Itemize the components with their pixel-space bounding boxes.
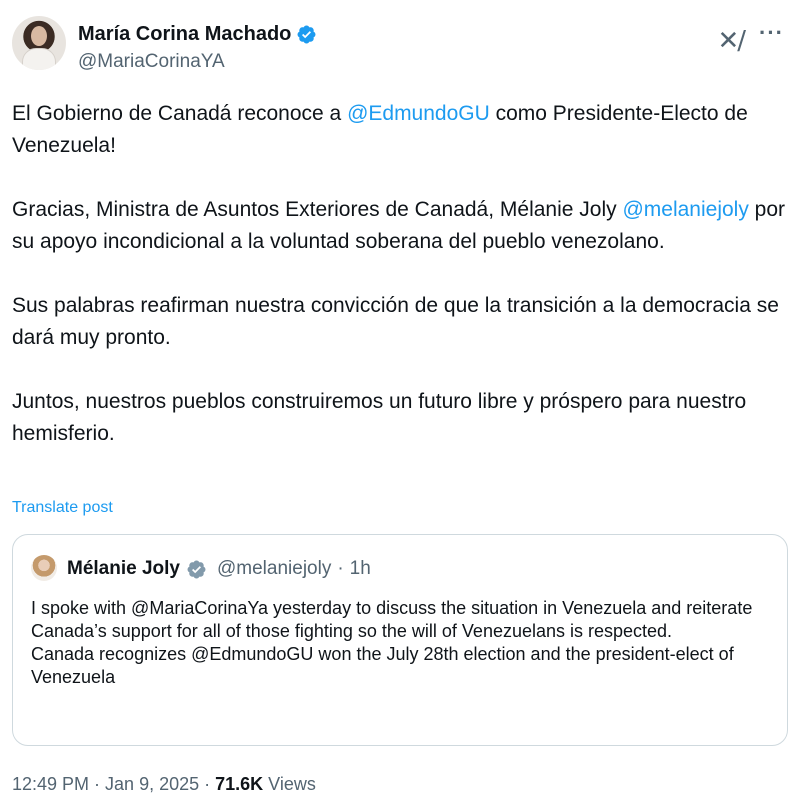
quoted-tweet-card[interactable]: Mélanie Joly @melaniejoly · 1h I spoke w…	[12, 534, 788, 746]
quoted-author-handle[interactable]: @melaniejoly	[217, 557, 331, 581]
tweet-paragraph-2: Gracias, Ministra de Asuntos Exteriores …	[12, 194, 788, 258]
quoted-timestamp[interactable]: 1h	[350, 557, 371, 581]
tweet-paragraph-3: Sus palabras reafirman nuestra convicció…	[12, 294, 779, 349]
tweet-paragraph-1: El Gobierno de Canadá reconoce a @Edmund…	[12, 98, 788, 162]
author-avatar[interactable]	[12, 16, 66, 70]
mention-link-melaniejoly[interactable]: @melaniejoly	[622, 198, 748, 221]
tweet-body: El Gobierno de Canadá reconoce a @Edmund…	[12, 98, 788, 482]
tweet-date[interactable]: Jan 9, 2025	[105, 774, 199, 794]
avatar-suit-shape	[22, 48, 56, 70]
tweet-paragraph-4: Juntos, nuestros pueblos construiremos u…	[12, 390, 747, 445]
author-info: María Corina Machado @MariaCorinaYA	[78, 22, 317, 74]
avatar-face-shape	[31, 26, 47, 46]
author-name-row[interactable]: María Corina Machado	[78, 22, 317, 46]
more-options-icon[interactable]: ···	[759, 22, 784, 44]
tweet-header: María Corina Machado @MariaCorinaYA ✕/ ·…	[12, 16, 788, 80]
quoted-verified-badge-icon	[187, 560, 206, 578]
quoted-separator: ·	[337, 558, 344, 579]
quoted-author-name[interactable]: Mélanie Joly	[67, 557, 180, 581]
tweet-text-span: El Gobierno de Canadá reconoce a	[12, 102, 348, 125]
grok-icon[interactable]: ✕/	[717, 28, 746, 54]
quoted-paragraph-2: Canada recognizes @EdmundoGU won the Jul…	[31, 644, 734, 687]
meta-separator: ·	[199, 774, 216, 794]
author-display-name[interactable]: María Corina Machado	[78, 22, 291, 46]
tweet-text-span: Gracias, Ministra de Asuntos Exteriores …	[12, 198, 623, 221]
quoted-author-avatar[interactable]	[31, 555, 57, 581]
tweet-time[interactable]: 12:49 PM	[12, 774, 89, 794]
quoted-tweet-header: Mélanie Joly @melaniejoly · 1h	[67, 557, 371, 581]
verified-badge-icon	[297, 25, 316, 43]
views-label: Views	[263, 774, 316, 794]
author-handle[interactable]: @MariaCorinaYA	[78, 50, 317, 74]
translate-post-link[interactable]: Translate post	[12, 498, 113, 518]
quoted-paragraph-1: I spoke with @MariaCorinaYa yesterday to…	[31, 598, 753, 641]
meta-separator: ·	[89, 774, 106, 794]
mention-link-edmundogu[interactable]: @EdmundoGU	[347, 102, 490, 125]
quoted-tweet-body: I spoke with @MariaCorinaYa yesterday to…	[31, 597, 771, 689]
views-count[interactable]: 71.6K	[215, 774, 263, 794]
tweet-meta: 12:49 PM · Jan 9, 2025 · 71.6K Views	[12, 772, 316, 796]
